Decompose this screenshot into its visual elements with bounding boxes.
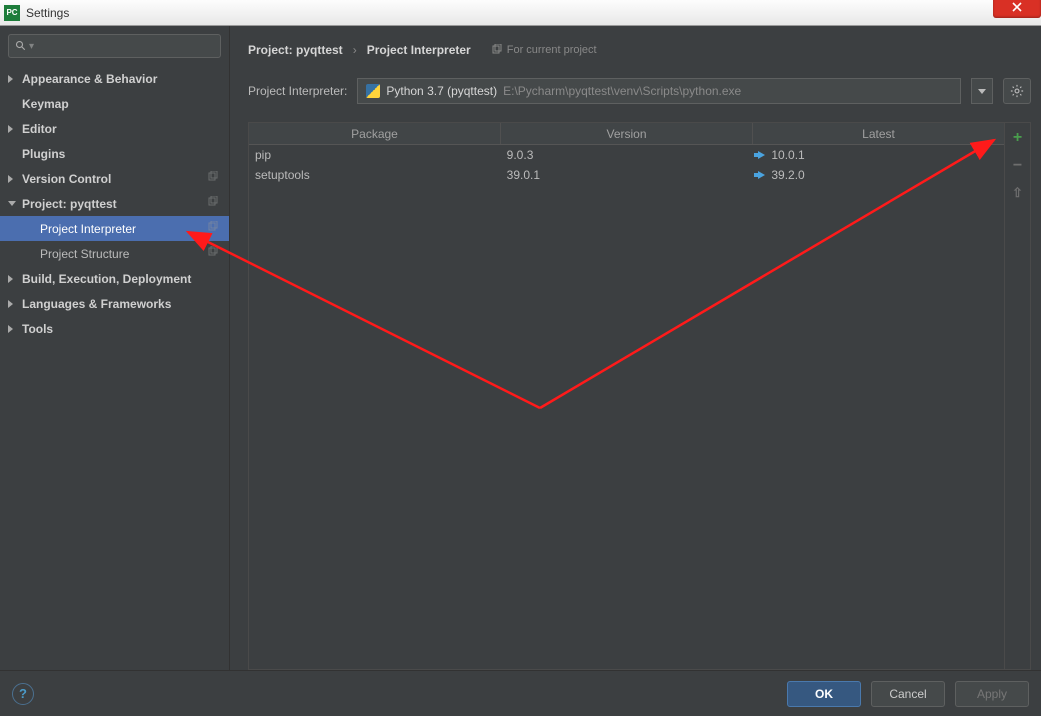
settings-content: Project: pyqttest › Project Interpreter … (230, 26, 1041, 670)
workspace: ▾ Appearance & Behavior Keymap Editor Plugi… (0, 26, 1041, 670)
column-version[interactable]: Version (501, 123, 753, 144)
column-package[interactable]: Package (249, 123, 501, 144)
sidebar-item-keymap[interactable]: Keymap (0, 91, 229, 116)
upgrade-package-button[interactable]: ⇧ (1012, 185, 1023, 201)
sidebar-item-editor[interactable]: Editor (0, 116, 229, 141)
project-scope-icon (207, 246, 219, 261)
breadcrumb: Project: pyqttest › Project Interpreter … (248, 38, 1031, 62)
chevron-right-icon (8, 125, 13, 133)
chevron-down-icon: ▾ (29, 41, 34, 52)
remove-package-button[interactable]: − (1013, 157, 1022, 175)
sidebar-item-label: Project Interpreter (40, 222, 136, 236)
interpreter-label: Project Interpreter: (248, 84, 347, 98)
ok-button[interactable]: OK (787, 681, 861, 707)
project-scope-icon (207, 171, 219, 186)
settings-search-input[interactable]: ▾ (8, 34, 221, 58)
sidebar-item-label: Plugins (22, 147, 65, 161)
search-icon (15, 40, 27, 52)
interpreter-path: E:\Pycharm\pyqttest\venv\Scripts\python.… (503, 84, 741, 98)
sidebar-item-label: Keymap (22, 97, 69, 111)
cell-latest: 39.2.0 (752, 168, 1004, 182)
interpreter-settings-button[interactable] (1003, 78, 1031, 104)
sidebar-item-label: Appearance & Behavior (22, 72, 157, 86)
sidebar-item-tools[interactable]: Tools (0, 316, 229, 341)
sidebar-item-label: Project: pyqttest (22, 197, 117, 211)
sidebar-item-plugins[interactable]: Plugins (0, 141, 229, 166)
settings-sidebar: ▾ Appearance & Behavior Keymap Editor Plugi… (0, 26, 230, 670)
interpreter-select[interactable]: Python 3.7 (pyqttest) E:\Pycharm\pyqttes… (357, 78, 961, 104)
sidebar-item-label: Version Control (22, 172, 111, 186)
sidebar-item-label: Languages & Frameworks (22, 297, 171, 311)
dialog-footer: ? OK Cancel Apply (0, 670, 1041, 716)
window-title: Settings (26, 6, 69, 20)
interpreter-dropdown-button[interactable] (971, 78, 993, 104)
packages-table-wrap: Package Version Latest pip9.0.310.0.1set… (248, 122, 1031, 670)
table-row[interactable]: setuptools39.0.139.2.0 (249, 165, 1004, 185)
python-icon (366, 84, 380, 98)
gear-icon (1010, 84, 1024, 98)
titlebar: PC Settings (0, 0, 1041, 26)
chevron-down-icon (978, 89, 986, 94)
sidebar-item-label: Tools (22, 322, 53, 336)
cell-latest: 10.0.1 (752, 148, 1004, 162)
help-button[interactable]: ? (12, 683, 34, 705)
interpreter-name: Python 3.7 (pyqttest) (386, 84, 497, 98)
sidebar-item-project-structure[interactable]: Project Structure (0, 241, 229, 266)
sidebar-item-appearance-behavior[interactable]: Appearance & Behavior (0, 66, 229, 91)
apply-button[interactable]: Apply (955, 681, 1029, 707)
packages-table: Package Version Latest pip9.0.310.0.1set… (249, 123, 1004, 669)
interpreter-row: Project Interpreter: Python 3.7 (pyqttes… (248, 78, 1031, 104)
cell-package: pip (249, 148, 501, 162)
cell-version: 9.0.3 (501, 148, 753, 162)
sidebar-item-project-interpreter[interactable]: Project Interpreter (0, 216, 229, 241)
column-latest[interactable]: Latest (753, 123, 1004, 144)
sidebar-item-label: Editor (22, 122, 57, 136)
sidebar-item-label: Project Structure (40, 247, 129, 261)
chevron-down-icon (8, 201, 16, 206)
table-body: pip9.0.310.0.1setuptools39.0.139.2.0 (249, 145, 1004, 669)
table-header: Package Version Latest (249, 123, 1004, 145)
chevron-right-icon (8, 175, 13, 183)
add-package-button[interactable]: + (1013, 129, 1022, 147)
sidebar-item-label: Build, Execution, Deployment (22, 272, 191, 286)
project-scope-icon (207, 221, 219, 236)
chevron-right-icon (8, 275, 13, 283)
for-current-project-hint: For current project (491, 44, 597, 56)
cell-package: setuptools (249, 168, 501, 182)
package-toolbar: + − ⇧ (1004, 123, 1030, 669)
sidebar-item-project-pyqttest[interactable]: Project: pyqttest (0, 191, 229, 216)
chevron-right-icon (8, 75, 13, 83)
sidebar-item-version-control[interactable]: Version Control (0, 166, 229, 191)
breadcrumb-project: Project: pyqttest (248, 43, 343, 57)
sidebar-item-build-execution-deployment[interactable]: Build, Execution, Deployment (0, 266, 229, 291)
upgrade-available-icon (758, 151, 765, 159)
table-row[interactable]: pip9.0.310.0.1 (249, 145, 1004, 165)
breadcrumb-separator: › (353, 43, 357, 57)
pycharm-icon: PC (4, 5, 20, 21)
chevron-right-icon (8, 325, 13, 333)
upgrade-available-icon (758, 171, 765, 179)
settings-tree: Appearance & Behavior Keymap Editor Plugins… (0, 66, 229, 670)
project-scope-icon (207, 196, 219, 211)
sidebar-item-languages-frameworks[interactable]: Languages & Frameworks (0, 291, 229, 316)
copy-icon (491, 44, 503, 56)
cell-version: 39.0.1 (501, 168, 753, 182)
window-close-button[interactable] (993, 0, 1041, 18)
breadcrumb-page: Project Interpreter (367, 43, 471, 57)
chevron-right-icon (8, 300, 13, 308)
cancel-button[interactable]: Cancel (871, 681, 945, 707)
